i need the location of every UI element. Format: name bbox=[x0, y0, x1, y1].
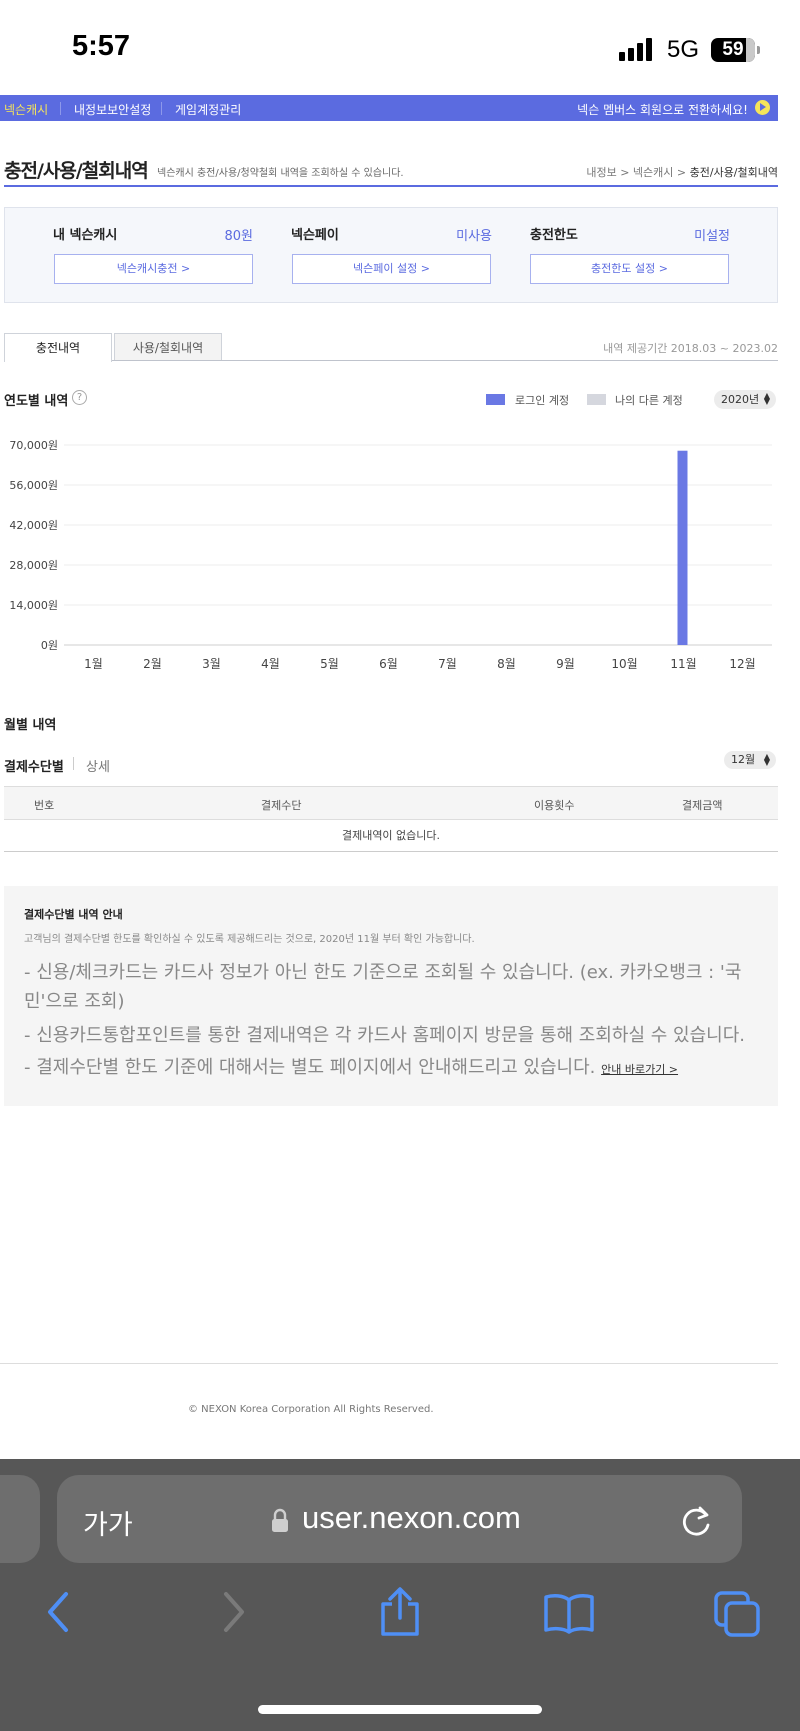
title-divider bbox=[4, 185, 778, 187]
tabs-icon[interactable] bbox=[713, 1590, 761, 1638]
limit-label: 충전한도 bbox=[530, 228, 578, 243]
y-tick-label: 0원 bbox=[41, 639, 58, 652]
x-tick-label: 9월 bbox=[556, 657, 575, 671]
x-tick-label: 2월 bbox=[143, 657, 162, 671]
tab-usage-history[interactable]: 사용/철회내역 bbox=[114, 333, 222, 361]
cellular-signal-icon bbox=[619, 38, 652, 61]
x-tick-label: 11월 bbox=[670, 657, 696, 671]
page-description: 넥슨캐시 충전/사용/청약철회 내역을 조회하실 수 있습니다. bbox=[157, 168, 404, 179]
nav-security-settings[interactable]: 내정보보안설정 bbox=[74, 101, 151, 118]
col-number: 번호 bbox=[34, 799, 55, 812]
legend-swatch-other bbox=[587, 394, 606, 405]
x-tick-label: 3월 bbox=[202, 657, 221, 671]
monthly-tab-divider bbox=[73, 757, 74, 770]
guide-shortcut-link[interactable]: 안내 바로가기 > bbox=[601, 1063, 678, 1076]
charge-cash-button[interactable]: 넥슨캐시충전 > bbox=[54, 254, 253, 284]
text-size-button[interactable]: 가가 bbox=[83, 1503, 133, 1542]
limit-settings-button[interactable]: 충전한도 설정 > bbox=[530, 254, 729, 284]
info-line-1: - 신용/체크카드는 카드사 정보가 아닌 한도 기준으로 조회될 수 있습니다… bbox=[24, 962, 742, 1012]
play-arrow-icon[interactable] bbox=[755, 100, 770, 115]
share-icon[interactable] bbox=[378, 1586, 422, 1638]
tab-by-payment-method[interactable]: 결제수단별 bbox=[4, 756, 64, 775]
legend-swatch-login bbox=[486, 394, 505, 405]
month-select[interactable]: 12월 ▲ ▼ bbox=[724, 751, 776, 769]
previous-tab-pill[interactable] bbox=[0, 1475, 40, 1563]
bar-login-account bbox=[677, 450, 688, 645]
y-tick-label: 28,000원 bbox=[9, 559, 58, 572]
col-payment-method: 결제수단 bbox=[261, 799, 302, 812]
info-subtitle: 고객님의 결제수단별 한도를 확인하실 수 있도록 제공해드리는 것으로, 20… bbox=[24, 934, 475, 945]
battery-tip bbox=[757, 46, 760, 54]
network-type: 5G bbox=[667, 36, 700, 63]
payment-table-header: 번호 결제수단 이용횟수 결제금액 bbox=[4, 786, 778, 820]
pay-value: 미사용 bbox=[456, 229, 492, 244]
nav-game-account[interactable]: 게임계정관리 bbox=[175, 101, 241, 118]
annual-bar-chart: 0원 14,000원 28,000원 42,000원 56,000원 70,000원 1월 2… bbox=[9, 439, 772, 671]
nav-divider bbox=[161, 102, 162, 115]
month-value: 12월 bbox=[731, 753, 756, 766]
members-promo-link[interactable]: 넥슨 멤버스 회원으로 전환하세요! bbox=[577, 101, 748, 118]
cash-label: 내 넥슨캐시 bbox=[53, 228, 118, 243]
help-icon[interactable]: ? bbox=[72, 390, 87, 405]
legend-other-account: 나의 다른 계정 bbox=[615, 394, 683, 407]
col-usage-count: 이용횟수 bbox=[534, 799, 575, 812]
x-tick-label: 5월 bbox=[320, 657, 339, 671]
x-tick-label: 10월 bbox=[611, 657, 637, 671]
nav-nexon-cash[interactable]: 넥슨캐시 bbox=[4, 101, 48, 118]
url-text[interactable]: user.nexon.com bbox=[302, 1500, 521, 1536]
breadcrumb-current: 충전/사용/철회내역 bbox=[689, 166, 778, 179]
x-tick-label: 1월 bbox=[84, 657, 103, 671]
year-value: 2020년 bbox=[721, 393, 760, 406]
x-tick-label: 4월 bbox=[261, 657, 280, 671]
tab-divider bbox=[4, 360, 778, 361]
y-tick-label: 42,000원 bbox=[9, 519, 58, 532]
forward-icon[interactable] bbox=[218, 1590, 248, 1634]
breadcrumb: 내정보 > 넥슨캐시 > 충전/사용/철회내역 bbox=[586, 166, 778, 179]
y-tick-label: 70,000원 bbox=[9, 439, 58, 452]
nav-divider bbox=[60, 102, 61, 115]
limit-value: 미설정 bbox=[694, 229, 730, 244]
y-tick-label: 56,000원 bbox=[9, 479, 58, 492]
info-line-3: - 결제수단별 한도 기준에 대해서는 별도 페이지에서 안내해드리고 있습니다… bbox=[24, 1053, 774, 1084]
battery-icon: 59 bbox=[711, 38, 755, 62]
info-title: 결제수단별 내역 안내 bbox=[24, 908, 123, 921]
payment-method-info-box: 결제수단별 내역 안내 고객님의 결제수단별 한도를 확인하실 수 있도록 제공… bbox=[4, 886, 778, 1106]
back-icon[interactable] bbox=[44, 1590, 74, 1634]
pay-label: 넥슨페이 bbox=[291, 228, 339, 243]
footer-divider bbox=[0, 1363, 778, 1364]
tab-detail[interactable]: 상세 bbox=[86, 756, 110, 775]
monthly-title: 월별 내역 bbox=[4, 718, 57, 733]
breadcrumb-item[interactable]: 내정보 bbox=[586, 166, 616, 179]
chevron-updown-icon: ▲ ▼ bbox=[763, 391, 770, 406]
x-tick-label: 7월 bbox=[438, 657, 457, 671]
x-tick-label: 6월 bbox=[379, 657, 398, 671]
top-nav: 넥슨캐시 내정보보안설정 게임계정관리 넥슨 멤버스 회원으로 전환하세요! bbox=[0, 95, 778, 121]
copyright: © NEXON Korea Corporation All Rights Res… bbox=[188, 1404, 434, 1415]
cash-value: 80원 bbox=[224, 229, 253, 244]
year-select[interactable]: 2020년 ▲ ▼ bbox=[714, 390, 776, 409]
cash-summary-box: 내 넥슨캐시 80원 넥슨캐시충전 > 넥슨페이 미사용 넥슨페이 설정 > 충… bbox=[4, 207, 778, 303]
tab-charge-history[interactable]: 충전내역 bbox=[4, 333, 112, 362]
home-indicator bbox=[258, 1705, 542, 1714]
pay-settings-button[interactable]: 넥슨페이 설정 > bbox=[292, 254, 491, 284]
lock-icon bbox=[272, 1508, 288, 1532]
bookmarks-icon[interactable] bbox=[543, 1592, 595, 1634]
reload-icon[interactable] bbox=[680, 1503, 714, 1539]
x-tick-label: 8월 bbox=[497, 657, 516, 671]
info-line-3-text: - 결제수단별 한도 기준에 대해서는 별도 페이지에서 안내해드리고 있습니다… bbox=[24, 1057, 596, 1078]
breadcrumb-item[interactable]: 넥슨캐시 bbox=[633, 166, 673, 179]
battery-level: 59 bbox=[722, 39, 744, 60]
legend-login-account: 로그인 계정 bbox=[515, 394, 570, 407]
annual-title: 연도별 내역 bbox=[4, 394, 69, 409]
provide-period: 내역 제공기간 2018.03 ~ 2023.02 bbox=[603, 342, 778, 355]
table-empty-message: 결제내역이 없습니다. bbox=[4, 820, 778, 852]
chevron-updown-icon: ▲ ▼ bbox=[763, 752, 770, 767]
col-payment-amount: 결제금액 bbox=[682, 799, 723, 812]
status-time: 5:57 bbox=[72, 30, 131, 62]
x-tick-label: 12월 bbox=[729, 657, 755, 671]
y-tick-label: 14,000원 bbox=[9, 599, 58, 612]
info-line-2: - 신용카드통합포인트를 통한 결제내역은 각 카드사 홈페이지 방문을 통해 … bbox=[24, 1025, 745, 1046]
page-title: 충전/사용/철회내역 bbox=[4, 160, 149, 182]
